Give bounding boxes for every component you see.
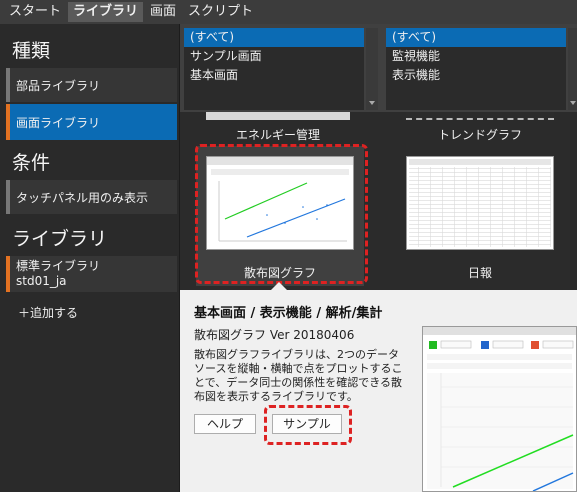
condition-header: 条件 xyxy=(12,152,51,174)
library-header: ライブラリ xyxy=(12,228,108,250)
menu-bar: スタート ライブラリ 画面 スクリプト xyxy=(0,0,577,24)
filter-item-display[interactable]: 表示機能 xyxy=(386,66,566,85)
card-label-trend-graph: トレンドグラフ xyxy=(437,128,522,142)
card-label-daily-report: 日報 xyxy=(467,266,492,280)
library-version: Ver 20180406 xyxy=(269,328,355,342)
filter-item-sample-screen[interactable]: サンプル画面 xyxy=(184,47,364,66)
library-name: 散布図グラフ xyxy=(194,328,267,342)
category-header: 種類 xyxy=(12,40,51,62)
library-title: 散布図グラフ Ver 20180406 xyxy=(194,326,354,343)
library-id: std01_ja xyxy=(16,274,67,288)
trend-graph-thumbnail[interactable] xyxy=(406,112,554,120)
sample-preview-image xyxy=(422,326,577,492)
scroll-down-icon[interactable] xyxy=(369,101,375,105)
scroll-down-icon[interactable] xyxy=(570,101,576,105)
daily-report-thumbnail[interactable] xyxy=(406,156,554,250)
sidebar-item-screen-library[interactable]: 画面ライブラリ xyxy=(6,104,177,140)
filter-item-all[interactable]: (すべて) xyxy=(386,28,566,47)
card-label-energy-management: エネルギー管理 xyxy=(235,128,320,142)
library-path: 基本画面 / 表示機能 / 解析/集計 xyxy=(194,306,383,321)
tab-screen[interactable]: 画面 xyxy=(145,2,181,22)
sidebar-item-label: タッチパネル用のみ表示 xyxy=(16,190,149,205)
sidebar-item-label: 部品ライブラリ xyxy=(16,78,101,93)
filter-area: (すべて) サンプル画面 基本画面 (すべて) 監視機能 表示機能 xyxy=(180,24,577,112)
library-description: 散布図グラフライブラリは、2つのデータソースを縦軸・横軸で点をプロットすることで… xyxy=(194,348,403,403)
filter-item-basic-screen[interactable]: 基本画面 xyxy=(184,66,364,85)
sidebar-item-label: 画面ライブラリ xyxy=(16,115,101,130)
category-filter-list[interactable]: (すべて) サンプル画面 基本画面 xyxy=(184,28,364,110)
scrollbar[interactable] xyxy=(366,28,378,110)
sidebar-item-standard-library[interactable]: 標準ライブラリ std01_ja xyxy=(6,256,177,292)
tab-script[interactable]: スクリプト xyxy=(183,2,258,22)
tab-library[interactable]: ライブラリ xyxy=(68,2,144,22)
sidebar: 種類 部品ライブラリ 画面ライブラリ 条件 タッチパネル用のみ表示 ライブラリ … xyxy=(0,24,180,492)
scrollbar[interactable] xyxy=(568,28,577,110)
function-filter-list[interactable]: (すべて) 監視機能 表示機能 xyxy=(386,28,566,110)
filter-item-monitoring[interactable]: 監視機能 xyxy=(386,47,566,66)
sidebar-item-parts-library[interactable]: 部品ライブラリ xyxy=(6,68,177,102)
filter-item-all[interactable]: (すべて) xyxy=(184,28,364,47)
add-library-link[interactable]: ＋追加する xyxy=(18,304,78,321)
preview-graph xyxy=(423,327,576,492)
help-button[interactable]: ヘルプ xyxy=(194,414,256,434)
highlight-box xyxy=(195,144,368,284)
daily-report-preview xyxy=(409,159,551,247)
energy-management-thumbnail[interactable] xyxy=(206,112,350,120)
highlight-box xyxy=(264,405,352,445)
tab-start[interactable]: スタート xyxy=(4,2,66,22)
library-detail-panel: 基本画面 / 表示機能 / 解析/集計 散布図グラフ Ver 20180406 … xyxy=(180,290,577,492)
library-name: 標準ライブラリ xyxy=(16,259,101,273)
screen-gallery: エネルギー管理 トレンドグラフ 散布図グラフ 日報 xyxy=(180,112,577,290)
sidebar-item-touch-panel-only[interactable]: タッチパネル用のみ表示 xyxy=(6,180,177,214)
